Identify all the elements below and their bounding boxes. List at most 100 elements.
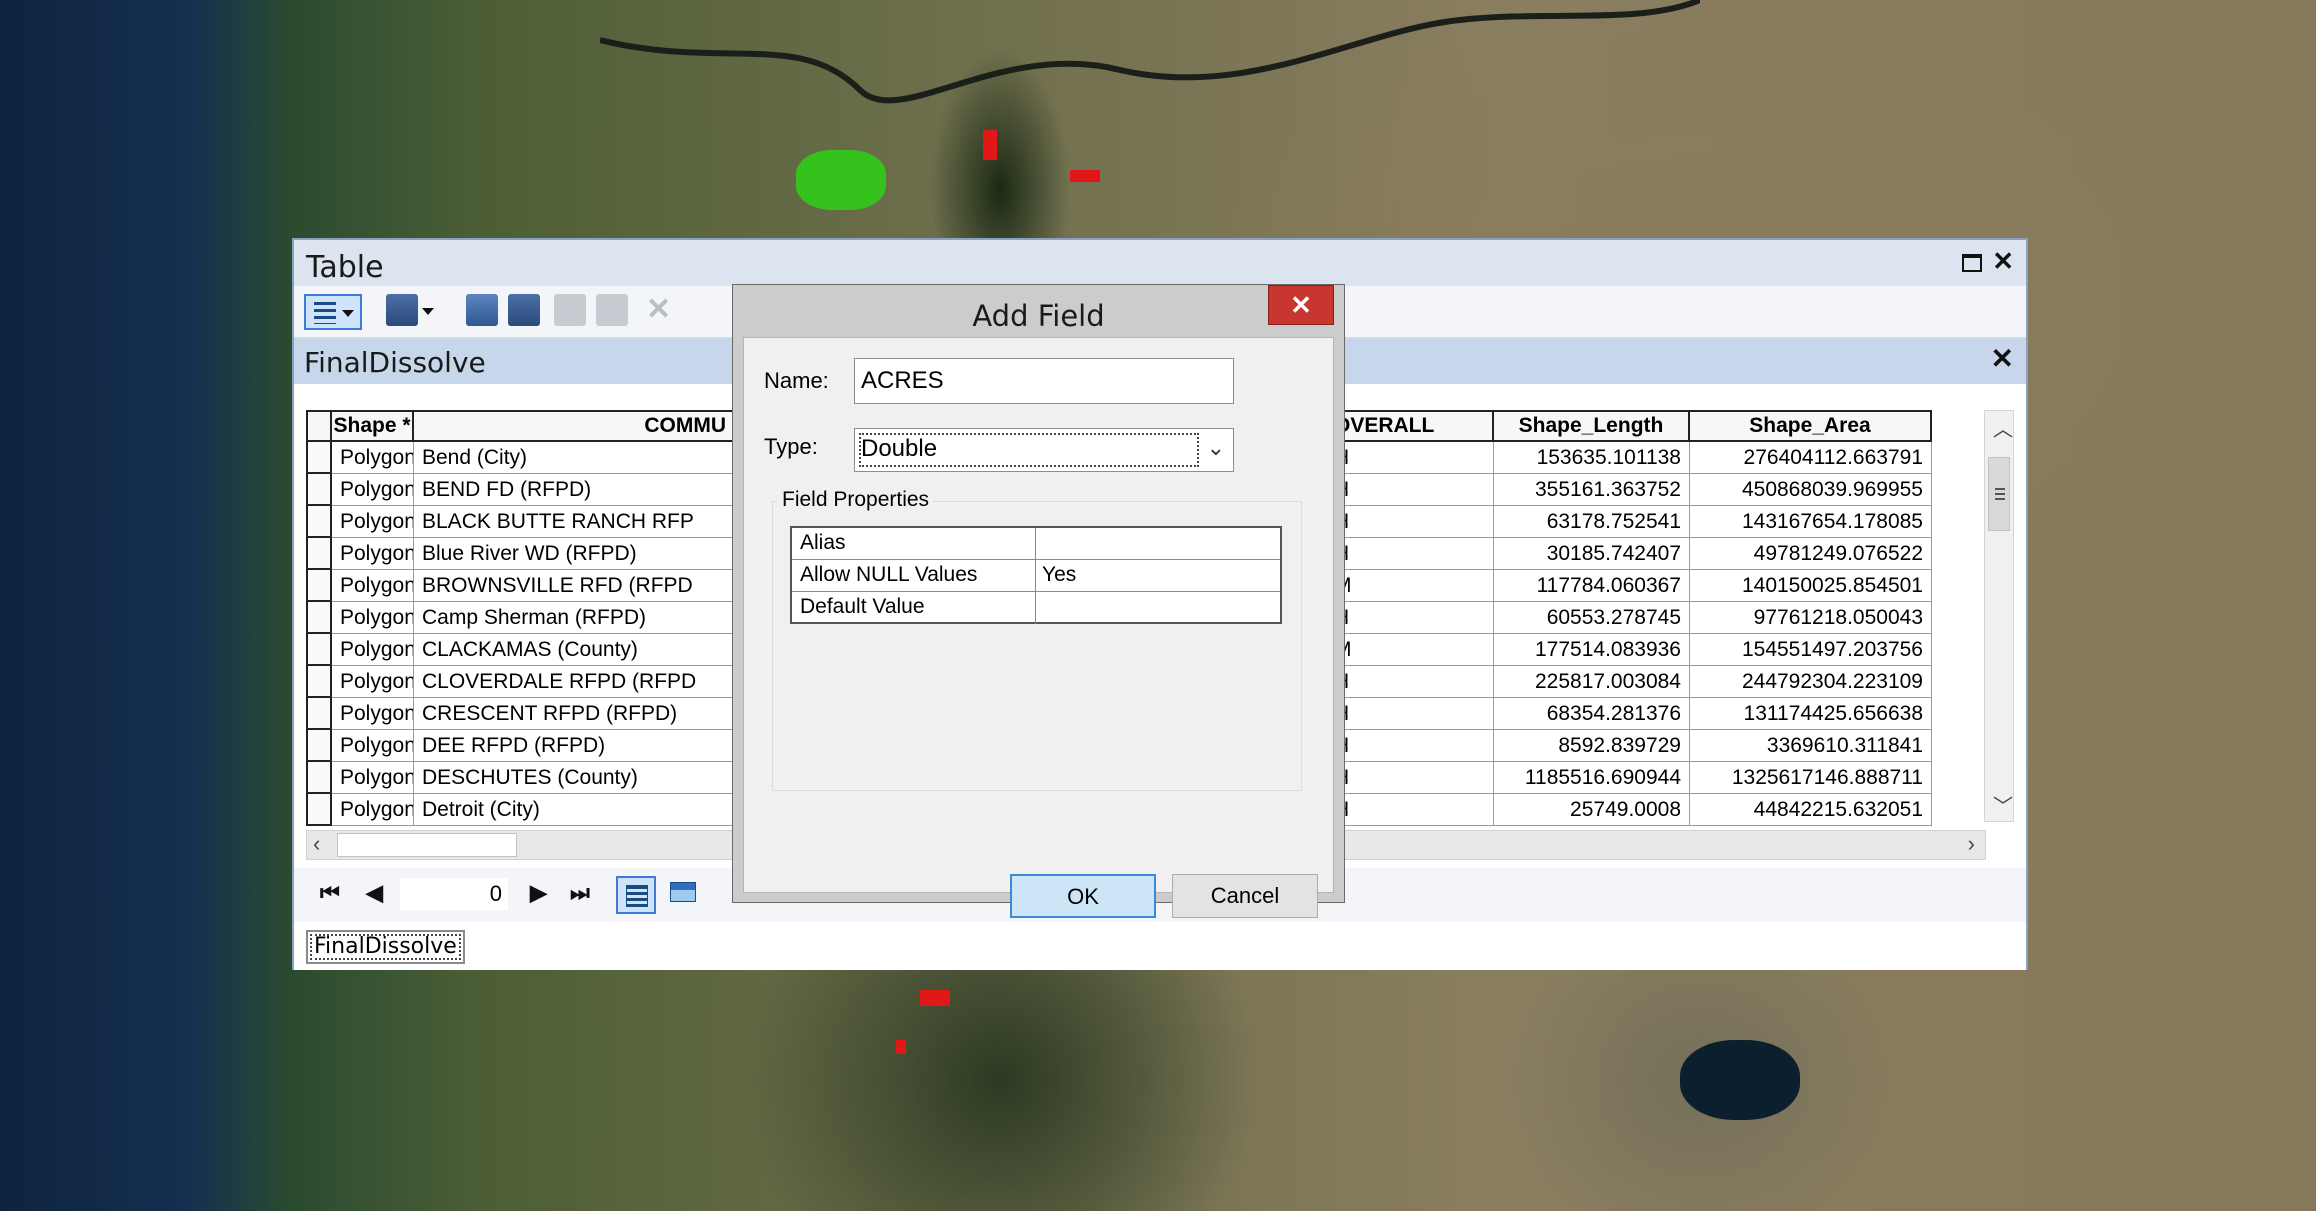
chevron-down-icon[interactable]: ⌄ — [1207, 435, 1225, 461]
column-header[interactable]: COMMU — [414, 410, 734, 442]
scroll-down-icon[interactable]: ﹀ — [1993, 790, 2013, 819]
table-cell[interactable]: 143167654.178085 — [1690, 506, 1932, 538]
tab-finaldissolve[interactable]: FinalDissolve — [306, 930, 465, 964]
table-cell[interactable]: Detroit (City) — [414, 794, 734, 826]
row-selector[interactable] — [306, 762, 332, 794]
table-cell[interactable]: Polygon — [332, 538, 414, 570]
table-cell[interactable]: CLOVERDALE RFPD (RFPD — [414, 666, 734, 698]
close-icon[interactable]: ✕ — [1991, 342, 2014, 375]
table-cell[interactable]: 30185.742407 — [1494, 538, 1690, 570]
show-all-records-button[interactable] — [616, 876, 656, 914]
table-cell[interactable]: Polygon — [332, 762, 414, 794]
switch-selection-icon[interactable] — [508, 294, 540, 326]
current-record-field[interactable]: 0 — [400, 878, 508, 910]
table-cell[interactable]: 1325617146.888711 — [1690, 762, 1932, 794]
table-cell[interactable]: Polygon — [332, 570, 414, 602]
table-cell[interactable]: 276404112.663791 — [1690, 442, 1932, 474]
scroll-up-icon[interactable]: ︿ — [1993, 413, 2013, 442]
table-cell[interactable]: H — [1334, 538, 1494, 570]
table-cell[interactable]: H — [1334, 474, 1494, 506]
table-cell[interactable]: Polygon — [332, 442, 414, 474]
table-cell[interactable]: H — [1334, 698, 1494, 730]
table-cell[interactable]: Camp Sherman (RFPD) — [414, 602, 734, 634]
row-selector[interactable] — [306, 506, 332, 538]
row-selector[interactable] — [306, 666, 332, 698]
select-all-corner[interactable] — [306, 410, 332, 442]
table-cell[interactable]: BEND FD (RFPD) — [414, 474, 734, 506]
table-cell[interactable]: M — [1334, 634, 1494, 666]
row-selector[interactable] — [306, 602, 332, 634]
table-cell[interactable]: 60553.278745 — [1494, 602, 1690, 634]
property-row[interactable]: Allow NULL Values Yes — [792, 560, 1280, 592]
table-cell[interactable]: BROWNSVILLE RFD (RFPD — [414, 570, 734, 602]
type-select[interactable]: Double ⌄ — [854, 428, 1234, 472]
table-cell[interactable]: DEE RFPD (RFPD) — [414, 730, 734, 762]
table-cell[interactable]: 244792304.223109 — [1690, 666, 1932, 698]
table-cell[interactable]: 225817.003084 — [1494, 666, 1690, 698]
table-cell[interactable]: Polygon — [332, 602, 414, 634]
table-cell[interactable]: H — [1334, 666, 1494, 698]
table-cell[interactable]: Polygon — [332, 730, 414, 762]
scroll-right-icon[interactable]: › — [1968, 831, 1975, 857]
table-options-button[interactable] — [304, 294, 362, 330]
related-tables-dropdown-icon[interactable] — [422, 308, 434, 315]
table-cell[interactable]: Polygon — [332, 666, 414, 698]
table-cell[interactable]: H — [1334, 794, 1494, 826]
table-cell[interactable]: Polygon — [332, 474, 414, 506]
table-cell[interactable]: 140150025.854501 — [1690, 570, 1932, 602]
table-cell[interactable]: H — [1334, 762, 1494, 794]
scroll-left-icon[interactable]: ‹ — [313, 831, 320, 857]
last-record-icon[interactable]: ⏭ — [570, 880, 590, 906]
table-cell[interactable]: CRESCENT RFPD (RFPD) — [414, 698, 734, 730]
column-header[interactable]: Shape * — [332, 410, 414, 442]
property-value[interactable]: Yes — [1036, 560, 1280, 591]
table-cell[interactable]: 49781249.076522 — [1690, 538, 1932, 570]
row-selector[interactable] — [306, 442, 332, 474]
table-cell[interactable]: H — [1334, 442, 1494, 474]
table-cell[interactable]: 3369610.311841 — [1690, 730, 1932, 762]
next-record-icon[interactable]: ▶ — [530, 880, 547, 906]
table-cell[interactable]: 1185516.690944 — [1494, 762, 1690, 794]
table-cell[interactable]: 177514.083936 — [1494, 634, 1690, 666]
table-cell[interactable]: Blue River WD (RFPD) — [414, 538, 734, 570]
property-row[interactable]: Default Value — [792, 592, 1280, 624]
table-cell[interactable]: 44842215.632051 — [1690, 794, 1932, 826]
row-selector[interactable] — [306, 634, 332, 666]
table-cell[interactable]: BLACK BUTTE RANCH RFP — [414, 506, 734, 538]
column-header[interactable]: Shape_Length — [1494, 410, 1690, 442]
scroll-thumb[interactable] — [1988, 457, 2010, 531]
show-selected-records-button[interactable] — [664, 876, 704, 914]
table-cell[interactable]: 8592.839729 — [1494, 730, 1690, 762]
row-selector[interactable] — [306, 730, 332, 762]
related-tables-icon[interactable] — [386, 294, 418, 326]
row-selector[interactable] — [306, 794, 332, 826]
row-selector[interactable] — [306, 474, 332, 506]
close-icon[interactable]: ✕ — [1268, 285, 1334, 325]
zoom-to-selected-icon[interactable] — [596, 294, 628, 326]
select-by-attributes-icon[interactable] — [466, 294, 498, 326]
table-cell[interactable]: H — [1334, 506, 1494, 538]
property-value[interactable] — [1036, 592, 1280, 624]
first-record-icon[interactable]: ⏮ — [320, 880, 340, 906]
table-cell[interactable]: 25749.0008 — [1494, 794, 1690, 826]
table-cell[interactable]: 153635.101138 — [1494, 442, 1690, 474]
delete-selected-icon[interactable]: ✕ — [646, 294, 671, 330]
clear-selection-icon[interactable] — [554, 294, 586, 326]
vertical-scrollbar[interactable]: ︿ ﹀ — [1984, 410, 2014, 822]
table-cell[interactable]: 355161.363752 — [1494, 474, 1690, 506]
column-header[interactable]: Shape_Area — [1690, 410, 1932, 442]
table-cell[interactable]: Polygon — [332, 794, 414, 826]
table-cell[interactable]: Polygon — [332, 698, 414, 730]
maximize-icon[interactable] — [1962, 254, 1982, 272]
row-selector[interactable] — [306, 698, 332, 730]
table-cell[interactable]: H — [1334, 602, 1494, 634]
cancel-button[interactable]: Cancel — [1172, 874, 1318, 918]
ok-button[interactable]: OK — [1010, 874, 1156, 918]
property-value[interactable] — [1036, 528, 1280, 559]
column-header[interactable]: OVERALL — [1334, 410, 1494, 442]
name-field[interactable]: ACRES — [854, 358, 1234, 404]
table-cell[interactable]: 97761218.050043 — [1690, 602, 1932, 634]
close-icon[interactable]: ✕ — [1992, 246, 2014, 277]
table-cell[interactable]: 154551497.203756 — [1690, 634, 1932, 666]
table-cell[interactable]: Polygon — [332, 506, 414, 538]
